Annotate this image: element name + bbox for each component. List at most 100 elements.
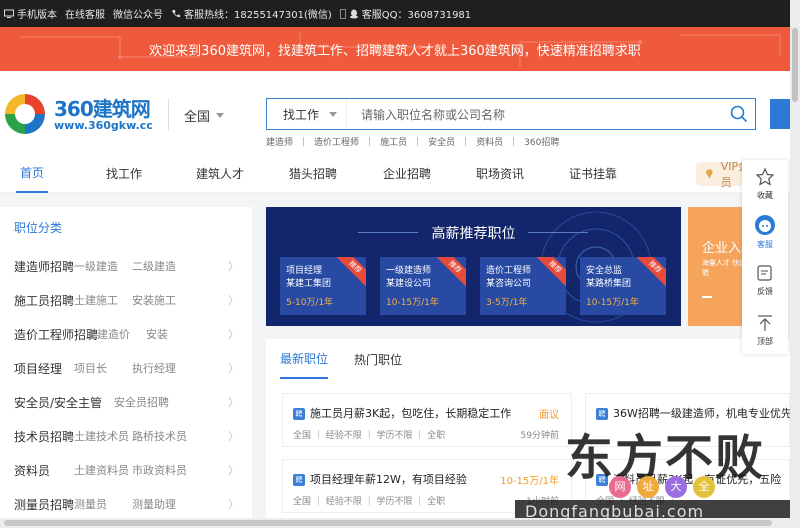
job-item[interactable]: 聘 资料员月薪3K起，有证优先，五险 全国 ｜ 经验不限 ｜	[585, 459, 790, 513]
nav-certificate[interactable]: 证书挂靠	[569, 153, 617, 193]
header: 360建筑网 www.360gkw.cc 全国 找工作 请输入职位名称或公司名称…	[0, 71, 790, 153]
promo-title: 高薪推荐职位	[431, 226, 516, 242]
search-box: 找工作 请输入职位名称或公司名称	[266, 98, 756, 130]
chevron-right-icon: 〉	[228, 362, 239, 375]
feedback-button[interactable]: 反馈	[742, 256, 788, 304]
job-meta: 全国 ｜ 经验不限 ｜ 学历不限 ｜ 全职	[293, 431, 446, 441]
category-row[interactable]: 安全员/安全主管 安全员招聘〉	[14, 392, 239, 412]
chevron-right-icon: 〉	[228, 294, 239, 307]
scrollbar-thumb[interactable]	[4, 520, 772, 526]
divider-icon	[339, 8, 346, 19]
banner-text: 欢迎来到360建筑网，找建筑工作、招聘建筑人才就上360建筑网，快速精准招聘求职	[149, 43, 641, 59]
job-title: 36W招聘一级建造师，机电专业优先	[613, 407, 792, 420]
hot-link[interactable]: 建造师	[266, 135, 293, 148]
category-row[interactable]: 项目经理 项目长 执行经理〉	[14, 358, 239, 378]
diamond-icon	[705, 169, 713, 179]
scrollbar-thumb[interactable]	[792, 28, 798, 102]
monitor-icon	[4, 9, 14, 18]
job-time: 1小时前	[526, 497, 559, 507]
category-row[interactable]: 造价工程师招聘 土建造价 安装〉	[14, 324, 239, 344]
job-item[interactable]: 聘 36W招聘一级建造师，机电专业优先	[585, 393, 792, 447]
vertical-scrollbar[interactable]	[790, 0, 800, 528]
hiring-badge: 聘	[596, 408, 608, 420]
job-time: 59分钟前	[520, 431, 559, 441]
tab-hot[interactable]: 热门职位	[354, 339, 402, 379]
job-title: 资料员月薪3K起，有证优先，五险	[613, 473, 782, 486]
phone-info: 客服热线：18255147301(微信)	[171, 6, 332, 21]
customer-service-button[interactable]: 客服	[742, 208, 788, 256]
chevron-down-icon	[329, 111, 338, 117]
floating-toolbar: 收藏 客服 反馈 顶部	[742, 160, 788, 354]
chevron-down-icon	[216, 112, 225, 118]
category-title: 职位分类	[14, 221, 63, 235]
favorite-button[interactable]: 收藏	[742, 160, 788, 208]
arrow-up-icon	[758, 315, 772, 331]
job-meta: 全国 ｜ 经验不限 ｜	[596, 497, 677, 507]
hot-link[interactable]: 施工员	[380, 135, 407, 148]
search-type-select[interactable]: 找工作	[267, 99, 347, 129]
back-to-top-button[interactable]: 顶部	[742, 306, 788, 354]
chevron-right-icon: 〉	[228, 396, 239, 409]
main-nav: 首页 找工作 建筑人才 猎头招聘 企业招聘 职场资讯 证书挂靠	[0, 153, 790, 193]
category-row[interactable]: 施工员招聘 土建施工 安装施工〉	[14, 290, 239, 310]
chevron-right-icon: 〉	[228, 328, 239, 341]
hiring-badge: 聘	[596, 474, 608, 486]
service-link[interactable]: 在线客服	[65, 6, 105, 21]
nav-company[interactable]: 企业招聘	[383, 153, 431, 193]
hot-link[interactable]: 360招聘	[524, 135, 559, 148]
hiring-badge: 聘	[293, 474, 305, 486]
nav-talent[interactable]: 建筑人才	[196, 153, 244, 193]
post-job-button[interactable]	[770, 99, 790, 129]
chevron-right-icon: 〉	[228, 260, 239, 273]
nav-news[interactable]: 职场资讯	[476, 153, 524, 193]
horizontal-scrollbar[interactable]	[0, 518, 790, 528]
star-icon	[755, 167, 775, 186]
city-label: 全国	[184, 109, 211, 125]
category-row[interactable]: 建造师招聘 一级建造 二级建造〉	[14, 256, 239, 276]
job-list-panel: 最新职位 热门职位 聘 施工员月薪3K起，包吃住，长期稳定工作 面议 全国 ｜ …	[266, 339, 792, 522]
featured-job-card[interactable]: 安全总监 某路桥集团 10-15万/1年 推荐	[580, 257, 666, 315]
hiring-badge: 聘	[293, 408, 305, 420]
welcome-banner: 欢迎来到360建筑网，找建筑工作、招聘建筑人才就上360建筑网，快速精准招聘求职	[0, 27, 790, 71]
category-row[interactable]: 技术员招聘 土建技术员 路桥技术员〉	[14, 426, 239, 446]
job-tabs: 最新职位 热门职位	[280, 339, 402, 379]
chevron-right-icon: 〉	[228, 498, 239, 511]
city-selector[interactable]: 全国	[168, 99, 225, 131]
job-item[interactable]: 聘 项目经理年薪12W，有项目经验 10-15万/1年 全国 ｜ 经验不限 ｜ …	[282, 459, 572, 513]
hot-link[interactable]: 安全员	[428, 135, 455, 148]
search-icon	[730, 105, 748, 123]
phone-icon	[172, 9, 180, 17]
search-input[interactable]: 请输入职位名称或公司名称	[347, 106, 723, 123]
logo-swirl-icon	[4, 93, 46, 135]
chevron-right-icon: 〉	[228, 464, 239, 477]
category-row[interactable]: 资料员 土建资料员 市政资料员〉	[14, 460, 239, 480]
nav-jobs[interactable]: 找工作	[106, 153, 142, 193]
featured-job-card[interactable]: 一级建造师 某建设公司 10-15万/1年 推荐	[380, 257, 466, 315]
featured-job-card[interactable]: 造价工程师 某咨询公司 3-5万/1年 推荐	[480, 257, 566, 315]
chevron-right-icon: 〉	[228, 430, 239, 443]
wechat-link[interactable]: 微信公众号	[113, 6, 163, 21]
featured-job-card[interactable]: 项目经理 某建工集团 5-10万/1年 推荐	[280, 257, 366, 315]
hot-links: 建造师｜ 造价工程师｜ 施工员｜ 安全员｜ 资料员｜ 360招聘	[266, 135, 559, 148]
job-salary: 面议	[539, 410, 559, 421]
nav-headhunter[interactable]: 猎头招聘	[289, 153, 337, 193]
search-type-label: 找工作	[283, 107, 320, 122]
featured-jobs-banner: 高薪推荐职位 项目经理 某建工集团 5-10万/1年 推荐 一级建造师 某建设公司 1…	[266, 207, 681, 326]
site-logo[interactable]: 360建筑网 www.360gkw.cc	[2, 89, 162, 141]
job-salary: 10-15万/1年	[500, 476, 559, 487]
top-bar: 手机版本 在线客服 微信公众号 客服热线：18255147301(微信) 客服Q…	[0, 0, 800, 27]
job-title: 项目经理年薪12W，有项目经验	[310, 473, 467, 486]
hot-link[interactable]: 资料员	[476, 135, 503, 148]
mobile-link[interactable]: 手机版本	[4, 6, 57, 21]
nav-home[interactable]: 首页	[16, 153, 48, 193]
logo-url: www.360gkw.cc	[54, 119, 153, 132]
job-meta: 全国 ｜ 经验不限 ｜ 学历不限 ｜ 全职	[293, 497, 446, 507]
search-button[interactable]	[723, 99, 755, 129]
qq-info: 客服QQ：3608731981	[339, 6, 471, 21]
category-panel: 职位分类 建造师招聘 一级建造 二级建造〉 施工员招聘 土建施工 安装施工〉 造价工程师…	[0, 207, 252, 522]
hot-link[interactable]: 造价工程师	[314, 135, 359, 148]
category-row[interactable]: 测量员招聘 测量员 测量助理〉	[14, 494, 239, 514]
edit-icon	[757, 265, 772, 281]
job-item[interactable]: 聘 施工员月薪3K起，包吃住，长期稳定工作 面议 全国 ｜ 经验不限 ｜ 学历不…	[282, 393, 572, 447]
tab-latest[interactable]: 最新职位	[280, 339, 329, 379]
